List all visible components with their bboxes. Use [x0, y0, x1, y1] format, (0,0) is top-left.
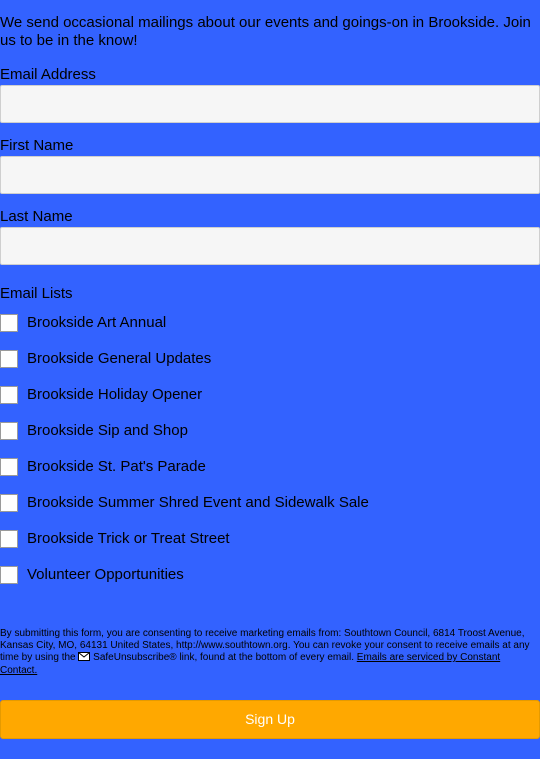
intro-text: We send occasional mailings about our ev… [0, 14, 531, 49]
envelope-icon [78, 652, 91, 665]
trick-or-treat-checkbox[interactable] [0, 530, 18, 548]
art-annual-checkbox[interactable] [0, 314, 18, 332]
list-item-summer-shred[interactable]: Brookside Summer Shred Event and Sidewal… [0, 493, 369, 513]
list-item-sip-and-shop[interactable]: Brookside Sip and Shop [0, 421, 188, 441]
list-item-label: Brookside Summer Shred Event and Sidewal… [27, 494, 369, 511]
general-updates-checkbox[interactable] [0, 350, 18, 368]
list-item-holiday-opener[interactable]: Brookside Holiday Opener [0, 385, 202, 405]
email-label: Email Address [0, 66, 96, 83]
volunteer-checkbox[interactable] [0, 566, 18, 584]
list-item-trick-or-treat[interactable]: Brookside Trick or Treat Street [0, 529, 230, 549]
holiday-opener-checkbox[interactable] [0, 386, 18, 404]
summer-shred-checkbox[interactable] [0, 494, 18, 512]
email-field[interactable] [0, 85, 540, 123]
list-item-art-annual[interactable]: Brookside Art Annual [0, 313, 166, 333]
list-item-label: Brookside Sip and Shop [27, 422, 188, 439]
email-lists-label: Email Lists [0, 285, 73, 302]
list-item-volunteer[interactable]: Volunteer Opportunities [0, 565, 184, 585]
list-item-label: Brookside Holiday Opener [27, 386, 203, 403]
st-pats-parade-checkbox[interactable] [0, 458, 18, 476]
sip-and-shop-checkbox[interactable] [0, 422, 18, 440]
list-item-label: Brookside General Updates [27, 350, 212, 367]
consent-disclaimer: By submitting this form, you are consent… [0, 628, 540, 677]
last-name-label: Last Name [0, 208, 73, 225]
list-item-label: Brookside Trick or Treat Street [27, 530, 230, 547]
first-name-field[interactable] [0, 156, 540, 194]
first-name-label: First Name [0, 137, 74, 154]
last-name-field[interactable] [0, 227, 540, 265]
list-item-label: Brookside Art Annual [27, 314, 167, 331]
disclaimer-text-after: SafeUnsubscribe® link, found at the bott… [90, 652, 357, 663]
sign-up-button[interactable]: Sign Up [0, 700, 540, 739]
list-item-label: Brookside St. Pat's Parade [27, 458, 206, 475]
list-item-label: Volunteer Opportunities [27, 566, 184, 583]
list-item-st-pats-parade[interactable]: Brookside St. Pat's Parade [0, 457, 206, 477]
list-item-general-updates[interactable]: Brookside General Updates [0, 349, 211, 369]
